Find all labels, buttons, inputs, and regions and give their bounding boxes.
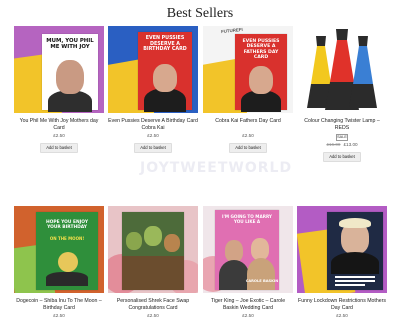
product-price: £2.50 bbox=[147, 133, 159, 138]
product-price: £2.50 bbox=[242, 313, 254, 318]
add-to-basket-button[interactable]: Add to basket bbox=[134, 143, 172, 153]
product-image[interactable] bbox=[297, 26, 387, 113]
product-title[interactable]: You Phil Me With Joy Mothers day Card bbox=[14, 118, 104, 132]
product-title[interactable]: Dogecoin – Shiba Inu To The Moon – Birth… bbox=[14, 298, 104, 312]
product-card: FUTUREFI EVEN PUSSIES DESERVE A FATHERS … bbox=[203, 26, 293, 153]
product-image[interactable]: EVEN PUSSIES DESERVE A BIRTHDAY CARD bbox=[108, 26, 198, 113]
old-price: £16.00 bbox=[326, 142, 341, 147]
product-price: £16.00 £13.00 bbox=[297, 142, 387, 147]
product-price: £2.50 bbox=[336, 313, 348, 318]
product-price: £2.50 bbox=[242, 133, 254, 138]
product-card: Colour Changing Twister Lamp – REDS SALE… bbox=[297, 26, 387, 162]
product-title[interactable]: Even Pussies Deserve A Birthday Card Cob… bbox=[108, 118, 198, 132]
product-title[interactable]: Colour Changing Twister Lamp – REDS bbox=[297, 118, 387, 132]
card-caption: EVEN PUSSIES DESERVE A BIRTHDAY CARD bbox=[143, 36, 187, 52]
card-caption: I'M GOING TO MARRY YOU LIKE A bbox=[222, 214, 272, 224]
product-card: I'M GOING TO MARRY YOU LIKE A CAROLE BAS… bbox=[203, 206, 293, 318]
card-subcaption: CAROLE BASKIN bbox=[245, 279, 279, 283]
product-image[interactable]: MUM, YOU PHIL ME WITH JOY bbox=[14, 26, 104, 113]
product-title[interactable]: Funny Lockdown Restrictions Mothers Day … bbox=[297, 298, 387, 312]
card-subcaption: ON THE MOON! bbox=[49, 236, 85, 241]
card-caption: HOPE YOU ENJOY YOUR BIRTHDAY bbox=[45, 220, 89, 230]
page-title: Best Sellers bbox=[166, 6, 234, 21]
product-image[interactable] bbox=[108, 206, 198, 293]
product-card: Funny Lockdown Restrictions Mothers Day … bbox=[297, 206, 387, 318]
sale-badge: SALE bbox=[336, 134, 348, 141]
product-price: £2.50 bbox=[147, 313, 159, 318]
product-card: Personalised Shrek Face Swap Congratulat… bbox=[108, 206, 198, 318]
add-to-basket-button[interactable]: Add to basket bbox=[40, 143, 78, 153]
product-card: MUM, YOU PHIL ME WITH JOY You Phil Me Wi… bbox=[14, 26, 104, 153]
product-card: EVEN PUSSIES DESERVE A BIRTHDAY CARD Eve… bbox=[108, 26, 198, 153]
product-image[interactable]: FUTUREFI EVEN PUSSIES DESERVE A FATHERS … bbox=[203, 26, 293, 113]
product-image[interactable]: I'M GOING TO MARRY YOU LIKE A CAROLE BAS… bbox=[203, 206, 293, 293]
watermark: JOYTWEETWORLD bbox=[140, 160, 293, 176]
product-title[interactable]: Cobra Kai Fathers Day Card bbox=[203, 118, 293, 132]
product-title[interactable]: Personalised Shrek Face Swap Congratulat… bbox=[108, 298, 198, 312]
product-price: £2.50 bbox=[53, 133, 65, 138]
card-caption: MUM, YOU PHIL ME WITH JOY bbox=[46, 38, 94, 50]
product-price: £2.50 bbox=[53, 313, 65, 318]
sale-price: £13.00 bbox=[343, 142, 358, 147]
lava-lamp-image bbox=[307, 29, 377, 110]
add-to-basket-button[interactable]: Add to basket bbox=[229, 143, 267, 153]
product-title[interactable]: Tiger King – Joe Exotic – Carole Baskin … bbox=[203, 298, 293, 312]
product-image[interactable] bbox=[297, 206, 387, 293]
product-card: HOPE YOU ENJOY YOUR BIRTHDAY ON THE MOON… bbox=[14, 206, 104, 318]
product-image[interactable]: HOPE YOU ENJOY YOUR BIRTHDAY ON THE MOON… bbox=[14, 206, 104, 293]
add-to-basket-button[interactable]: Add to basket bbox=[323, 152, 361, 162]
card-caption: EVEN PUSSIES DESERVE A FATHERS DAY CARD bbox=[242, 39, 280, 61]
